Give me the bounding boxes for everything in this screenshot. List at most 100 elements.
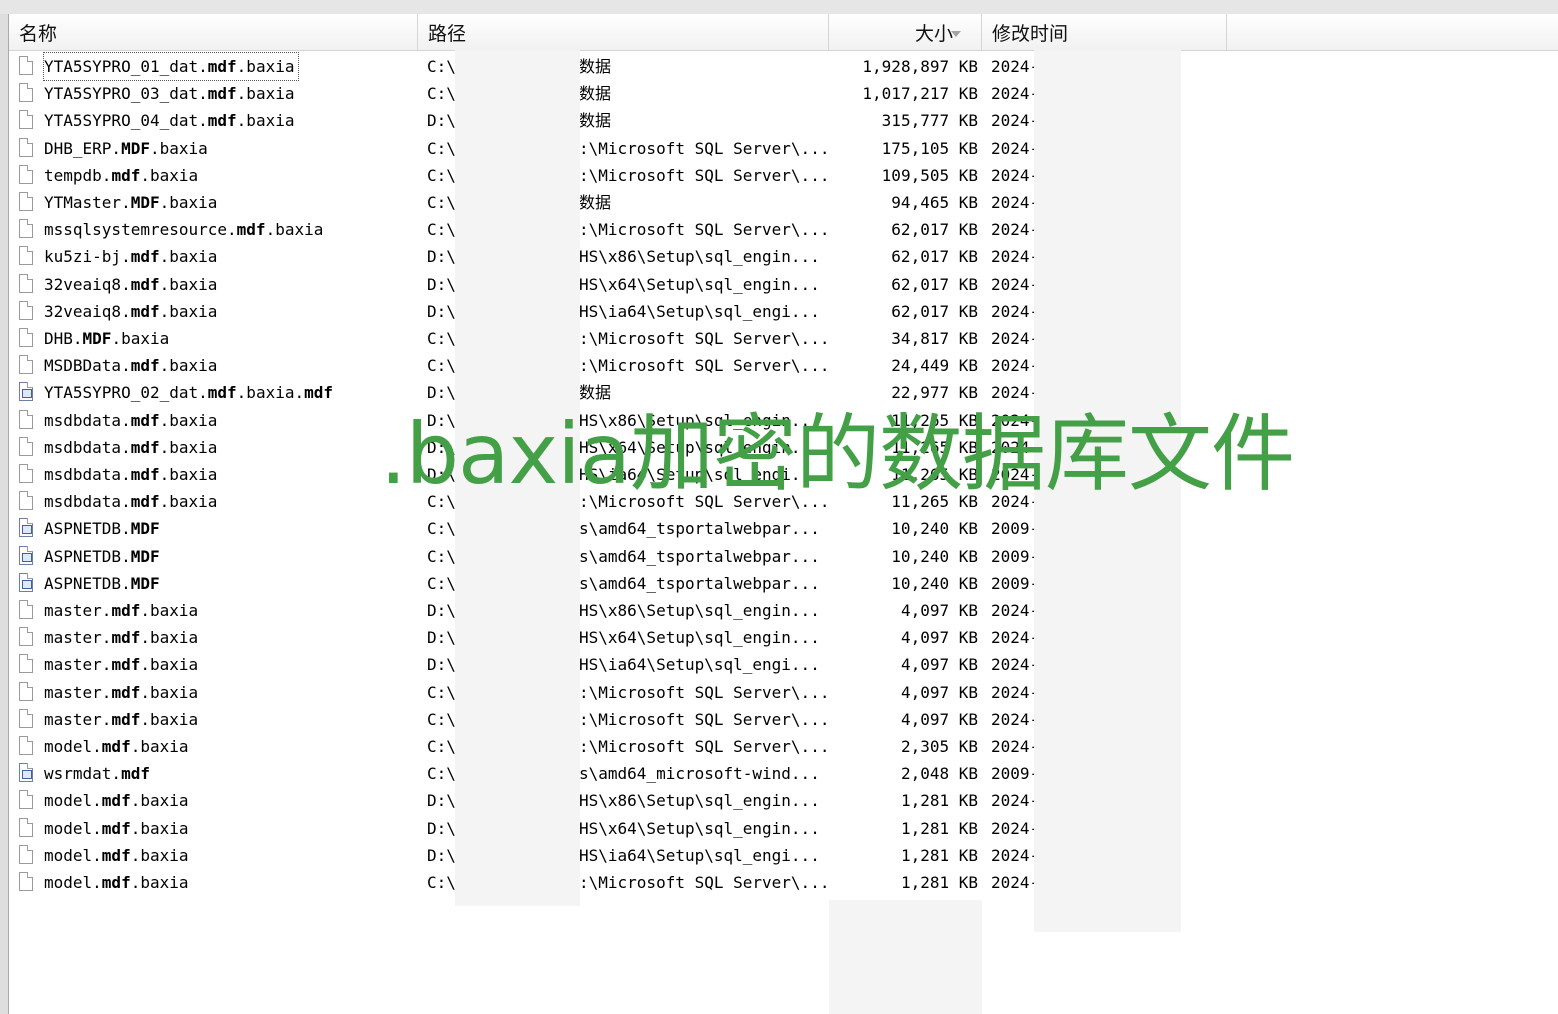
file-path: :\Microsoft SQL Server\... xyxy=(579,709,829,729)
file-name[interactable]: mssqlsystemresource.mdf.baxia xyxy=(44,216,323,243)
file-name[interactable]: model.mdf.baxia xyxy=(44,869,189,896)
file-name-suffix: .baxia xyxy=(265,220,324,240)
column-header-name[interactable]: 名称 xyxy=(9,14,418,50)
watermark-caption: .baxia加密的数据库文件 xyxy=(380,405,1295,503)
table-row[interactable]: wsrmdat.mdf C:\ s\amd64_microsoft-wind... 2… xyxy=(9,760,1558,787)
table-row[interactable]: tempdb.mdf.baxia C:\:\Microsoft SQL Serve… xyxy=(9,162,1558,189)
table-row[interactable]: DHB_ERP.MDF.baxia C:\:\Microsoft SQL Serv… xyxy=(9,135,1558,162)
file-name[interactable]: wsrmdat.mdf xyxy=(44,760,150,787)
file-name[interactable]: DHB_ERP.MDF.baxia xyxy=(44,135,208,162)
file-size: 1,281 KB xyxy=(900,845,978,865)
file-name[interactable]: tempdb.mdf.baxia xyxy=(44,162,198,189)
file-name[interactable]: master.mdf.baxia xyxy=(44,624,198,651)
table-row[interactable]: 32veaiq8.mdf.baxia D:\ HS\ia64\Setup\sql_e… xyxy=(9,298,1558,325)
file-name[interactable]: master.mdf.baxia xyxy=(44,651,198,678)
file-name[interactable]: YTA5SYPRO_04_dat.mdf.baxia xyxy=(44,107,294,134)
file-name[interactable]: msdbdata.mdf.baxia xyxy=(44,488,217,515)
table-row[interactable]: model.mdf.baxia D:\ HS\x64\Setup\sql_engin… xyxy=(9,815,1558,842)
file-modified-date: 2024- xyxy=(991,682,1040,702)
file-modified-date: 2024- xyxy=(991,873,1040,892)
table-row[interactable]: YTA5SYPRO_01_dat.mdf.baxia C:\ 数据 1,928,897… xyxy=(9,52,1558,81)
file-name[interactable]: DHB.MDF.baxia xyxy=(44,325,169,352)
file-name[interactable]: model.mdf.baxia xyxy=(44,842,189,869)
table-row[interactable]: mssqlsystemresource.mdf.baxia C:\:\Micros… xyxy=(9,216,1558,243)
file-name[interactable]: model.mdf.baxia xyxy=(44,815,189,842)
file-name-base: model. xyxy=(44,791,102,811)
table-row[interactable]: ku5zi-bj.mdf.baxia D:\ HS\x86\Setup\sql_en… xyxy=(9,243,1558,270)
file-name[interactable]: YTA5SYPRO_01_dat.mdf.baxia xyxy=(42,52,300,81)
file-name-base: master. xyxy=(44,628,112,648)
file-extension: mdf xyxy=(101,873,131,892)
file-name[interactable]: YTA5SYPRO_03_dat.mdf.baxia xyxy=(44,80,294,107)
file-name-base: msdbdata. xyxy=(44,410,131,430)
file-extension: mdf xyxy=(130,274,160,294)
table-row[interactable]: ASPNETDB.MDF C:\ s\amd64_tsportalwebpar...… xyxy=(9,570,1558,597)
table-row[interactable]: master.mdf.baxia D:\ HS\x86\Setup\sql_engi… xyxy=(9,597,1558,624)
file-name[interactable]: master.mdf.baxia xyxy=(44,597,198,624)
file-name[interactable]: model.mdf.baxia xyxy=(44,787,189,814)
file-size: 34,817 KB xyxy=(891,329,978,348)
file-name[interactable]: ASPNETDB.MDF xyxy=(44,570,160,597)
file-size: 94,465 KB xyxy=(891,193,978,212)
file-name[interactable]: MSDBData.mdf.baxia xyxy=(44,352,217,379)
file-name[interactable]: msdbdata.mdf.baxia xyxy=(44,434,217,461)
file-name-suffix: .baxia xyxy=(159,247,218,267)
table-row[interactable]: YTA5SYPRO_03_dat.mdf.baxia C:\ 数据 1,017,217… xyxy=(9,80,1558,107)
table-row[interactable]: master.mdf.baxia C:\:\Microsoft SQL Serve… xyxy=(9,706,1558,733)
file-name[interactable]: model.mdf.baxia xyxy=(44,733,189,760)
file-icon xyxy=(19,627,33,647)
file-name[interactable]: msdbdata.mdf.baxia xyxy=(44,461,217,488)
table-row[interactable]: ASPNETDB.MDF C:\ s\amd64_tsportalwebpar...… xyxy=(9,515,1558,542)
table-row[interactable]: master.mdf.baxia D:\ HS\ia64\Setup\sql_eng… xyxy=(9,651,1558,678)
table-row[interactable]: MSDBData.mdf.baxia C:\:\Microsoft SQL Ser… xyxy=(9,352,1558,379)
table-row[interactable]: model.mdf.baxia C:\:\Microsoft SQL Server… xyxy=(9,733,1558,760)
file-name[interactable]: master.mdf.baxia xyxy=(44,706,198,733)
file-icon xyxy=(19,681,33,701)
table-row[interactable]: DHB.MDF.baxia C:\:\Microsoft SQL Server\.… xyxy=(9,325,1558,352)
column-header-modified[interactable]: 修改时间 xyxy=(982,14,1227,50)
file-extension: mdf xyxy=(111,601,141,620)
file-name[interactable]: ku5zi-bj.mdf.baxia xyxy=(44,243,217,270)
file-path: :\Microsoft SQL Server\... xyxy=(579,329,829,348)
file-icon xyxy=(19,844,33,864)
file-name[interactable]: ASPNETDB.MDF xyxy=(44,515,160,542)
file-name[interactable]: ASPNETDB.MDF xyxy=(44,543,160,570)
file-name-base: master. xyxy=(44,601,112,620)
file-name[interactable]: master.mdf.baxia xyxy=(44,679,198,706)
list-left-border xyxy=(0,14,9,1014)
table-row[interactable]: ASPNETDB.MDF C:\ s\amd64_tsportalwebpar...… xyxy=(9,543,1558,570)
file-name-base: model. xyxy=(44,818,102,838)
table-row[interactable]: model.mdf.baxia C:\:\Microsoft SQL Server… xyxy=(9,869,1558,896)
file-extension: mdf xyxy=(111,709,141,729)
file-drive: D:\ xyxy=(427,601,456,620)
file-path: :\Microsoft SQL Server\... xyxy=(579,682,829,702)
file-name[interactable]: YTMaster.MDF.baxia xyxy=(44,189,217,216)
file-name-suffix: .baxia xyxy=(130,873,189,892)
table-row[interactable]: model.mdf.baxia D:\ HS\x86\Setup\sql_engin… xyxy=(9,787,1558,814)
table-row[interactable]: YTA5SYPRO_04_dat.mdf.baxia D:\ 数据 315,777 K… xyxy=(9,107,1558,134)
file-name[interactable]: msdbdata.mdf.baxia xyxy=(44,407,217,434)
file-name-suffix: .baxia xyxy=(159,465,218,484)
table-row[interactable]: model.mdf.baxia D:\ HS\ia64\Setup\sql_engi… xyxy=(9,842,1558,869)
table-row[interactable]: master.mdf.baxia D:\ HS\x64\Setup\sql_engi… xyxy=(9,624,1558,651)
file-path: :\Microsoft SQL Server\... xyxy=(579,737,829,756)
file-size: 315,777 KB xyxy=(881,111,978,131)
column-header-size[interactable]: 大小 xyxy=(829,14,982,50)
file-name-suffix: .baxia xyxy=(130,818,189,838)
file-icon xyxy=(19,300,33,320)
database-file-icon xyxy=(19,382,33,402)
file-name-base: model. xyxy=(44,873,102,892)
file-name[interactable]: 32veaiq8.mdf.baxia xyxy=(44,271,217,298)
table-row[interactable]: YTMaster.MDF.baxia C:\ 数据 94,465 KB 2024- xyxy=(9,189,1558,216)
file-path: HS\ia64\Setup\sql_engi... xyxy=(579,845,820,865)
file-name[interactable]: 32veaiq8.mdf.baxia xyxy=(44,298,217,325)
file-path: HS\ia64\Setup\sql_engi... xyxy=(579,301,820,321)
file-size: 10,240 KB xyxy=(891,519,978,539)
table-row[interactable]: master.mdf.baxia C:\:\Microsoft SQL Serve… xyxy=(9,679,1558,706)
file-name-suffix: .baxia xyxy=(159,193,218,212)
table-row[interactable]: 32veaiq8.mdf.baxia D:\ HS\x64\Setup\sql_en… xyxy=(9,271,1558,298)
file-name[interactable]: YTA5SYPRO_02_dat.mdf.baxia.mdf xyxy=(44,379,333,406)
file-extension-2: mdf xyxy=(304,383,334,403)
file-modified-date: 2024- xyxy=(991,274,1040,294)
column-header-path[interactable]: 路径 xyxy=(418,14,829,50)
